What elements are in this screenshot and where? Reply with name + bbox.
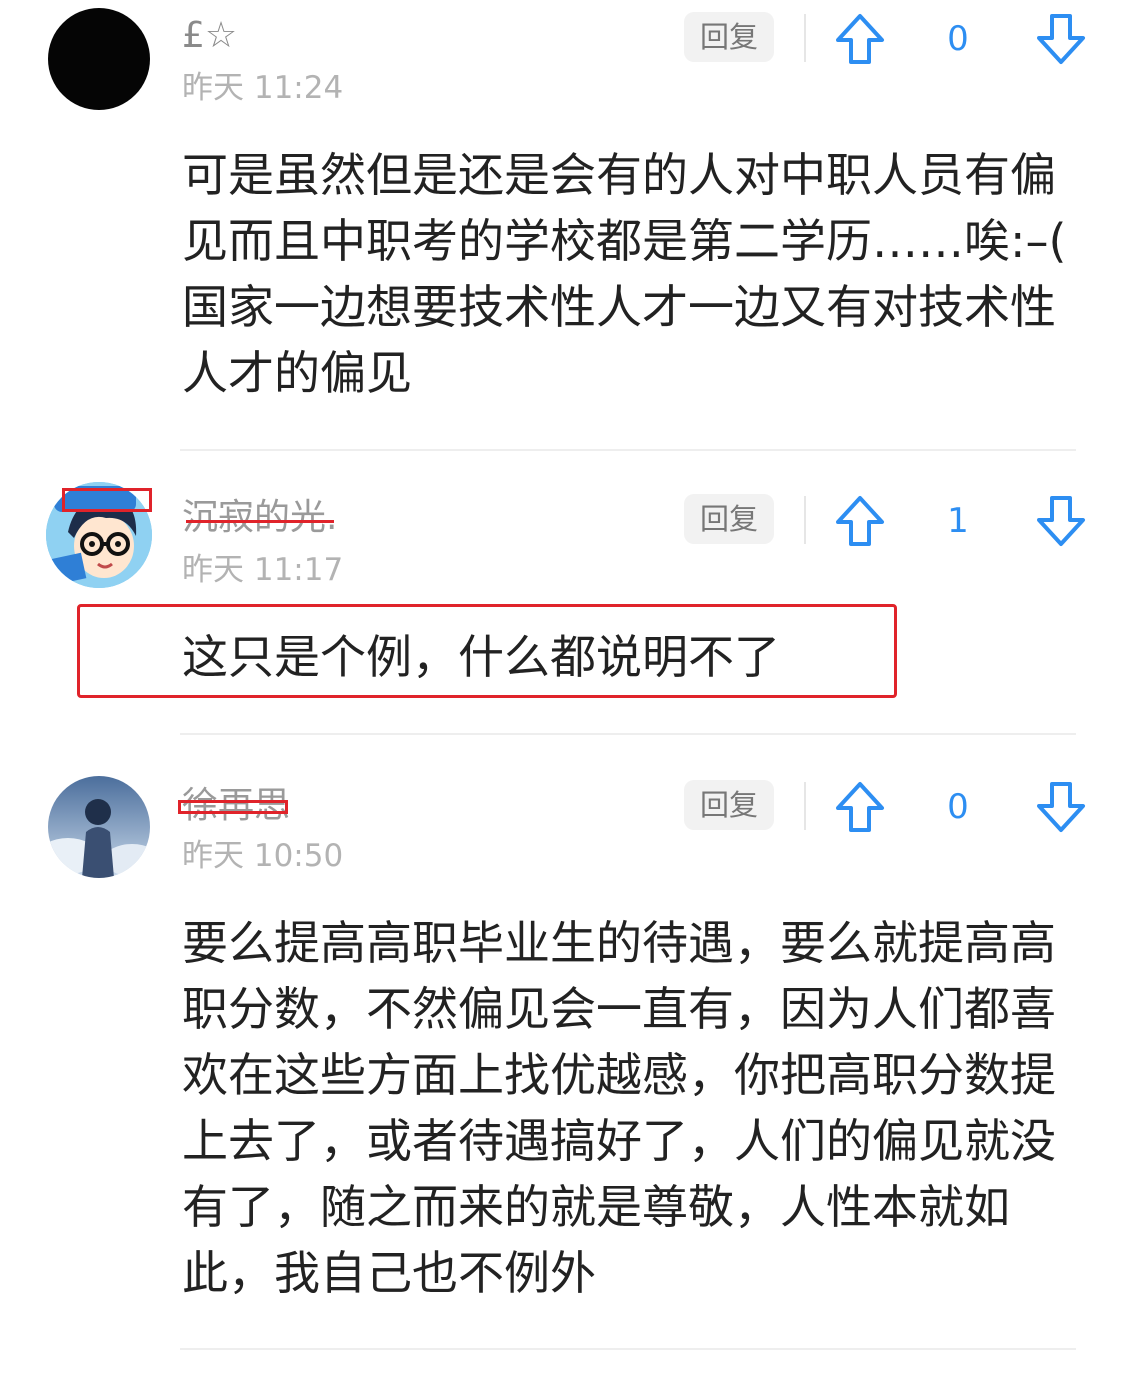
divider [804, 782, 806, 830]
annotation-box [62, 488, 152, 512]
comment-item: £☆ 昨天 11:24 回复 0 可是虽然但是还是会有的人对中职人员有偏见而且中… [0, 0, 1125, 450]
username[interactable]: 沉寂的光. [182, 496, 337, 540]
arrow-up-icon[interactable] [834, 780, 886, 834]
username[interactable]: £☆ [182, 14, 237, 58]
anime-figure-icon [48, 776, 150, 878]
arrow-down-icon[interactable] [1035, 780, 1087, 834]
annotation-strike [186, 520, 334, 523]
timestamp: 昨天 10:50 [182, 838, 344, 874]
arrow-down-icon[interactable] [1035, 494, 1087, 548]
annotation-highlight-box [77, 604, 897, 698]
separator [180, 1348, 1076, 1350]
vote-count: 0 [947, 19, 969, 59]
divider [804, 496, 806, 544]
divider [804, 14, 806, 62]
separator [180, 449, 1076, 451]
reply-button[interactable]: 回复 [684, 780, 774, 830]
arrow-up-icon[interactable] [834, 494, 886, 548]
avatar[interactable] [48, 8, 150, 110]
avatar[interactable] [48, 776, 150, 878]
reply-button[interactable]: 回复 [684, 12, 774, 62]
comment-text: 要么提高高职毕业生的待遇，要么就提高高职分数，不然偏见会一直有，因为人们都喜欢在… [182, 916, 1056, 1300]
comment-item: 徐再思 昨天 10:50 回复 0 要么提高高职毕业生的待遇，要么就提高高职分数… [0, 760, 1125, 1350]
separator [180, 733, 1076, 735]
vote-count: 1 [947, 501, 969, 541]
comment-text: 可是虽然但是还是会有的人对中职人员有偏见而且中职考的学校都是第二学历……唉:–(… [182, 148, 1067, 400]
timestamp: 昨天 11:24 [182, 70, 344, 106]
vote-count: 0 [947, 787, 969, 827]
arrow-down-icon[interactable] [1035, 12, 1087, 66]
timestamp: 昨天 11:17 [182, 552, 344, 588]
reply-button[interactable]: 回复 [684, 494, 774, 544]
annotation-strike [178, 800, 288, 814]
arrow-up-icon[interactable] [834, 12, 886, 66]
